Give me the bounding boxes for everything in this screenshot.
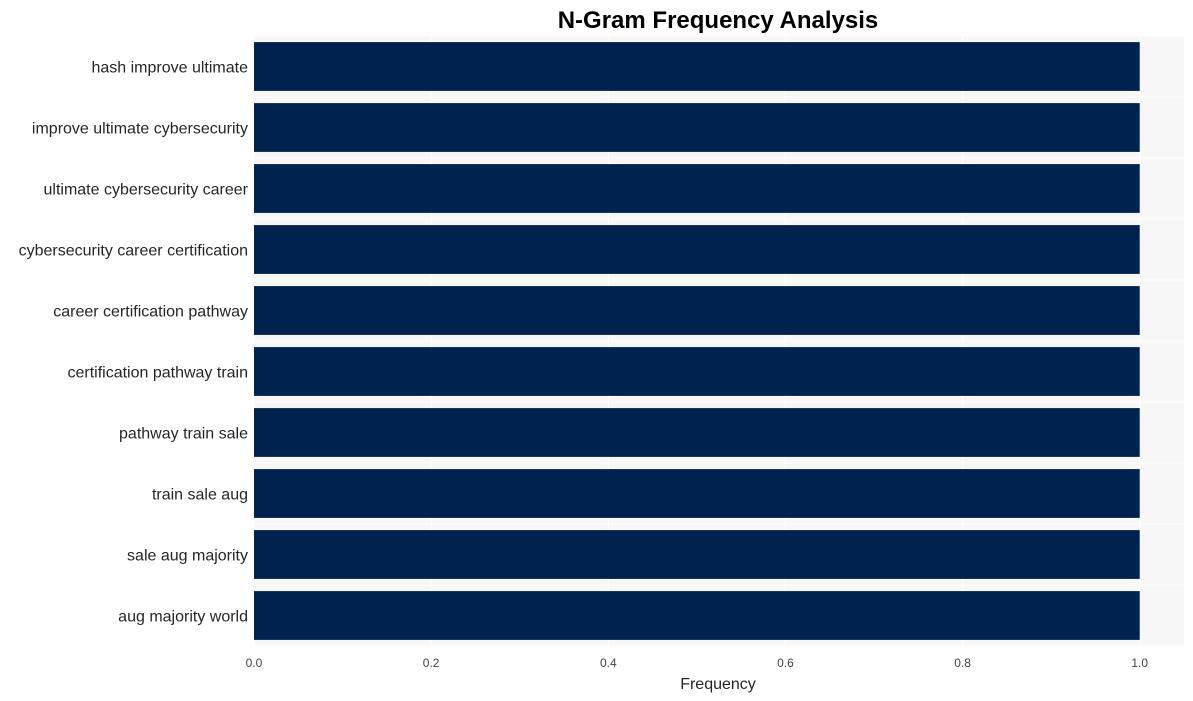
y-tick-label: improve ultimate cybersecurity — [32, 121, 248, 138]
bar — [254, 591, 1140, 640]
bar — [254, 469, 1140, 518]
y-tick-labels: hash improve ultimate improve ultimate cy… — [19, 60, 249, 626]
x-tick-label: 1.0 — [1131, 656, 1148, 670]
bar — [254, 347, 1140, 396]
y-tick-label: ultimate cybersecurity career — [43, 182, 248, 199]
bar — [254, 530, 1140, 579]
y-tick-label: hash improve ultimate — [91, 60, 248, 77]
x-tick-labels: 0.0 0.2 0.4 0.6 0.8 1.0 — [246, 656, 1149, 670]
bar — [254, 408, 1140, 457]
y-tick-label: career certification pathway — [53, 304, 248, 321]
x-tick-label: 0.8 — [954, 656, 971, 670]
x-tick-label: 0.6 — [777, 656, 794, 670]
y-tick-label: cybersecurity career certification — [19, 243, 248, 260]
chart-title: N-Gram Frequency Analysis — [558, 7, 879, 34]
x-tick-label: 0.0 — [246, 656, 263, 670]
bar — [254, 225, 1140, 274]
chart: hash improve ultimate improve ultimate cy… — [19, 7, 1184, 693]
bar — [254, 286, 1140, 335]
y-tick-label: aug majority world — [118, 609, 248, 626]
bar — [254, 103, 1140, 152]
x-tick-label: 0.2 — [423, 656, 440, 670]
x-axis-label: Frequency — [680, 676, 756, 693]
bar — [254, 164, 1140, 213]
y-tick-label: certification pathway train — [67, 365, 248, 382]
x-tick-label: 0.4 — [600, 656, 617, 670]
y-tick-label: train sale aug — [152, 487, 248, 504]
y-tick-label: pathway train sale — [119, 426, 248, 443]
y-tick-label: sale aug majority — [127, 548, 248, 565]
bar — [254, 42, 1140, 91]
